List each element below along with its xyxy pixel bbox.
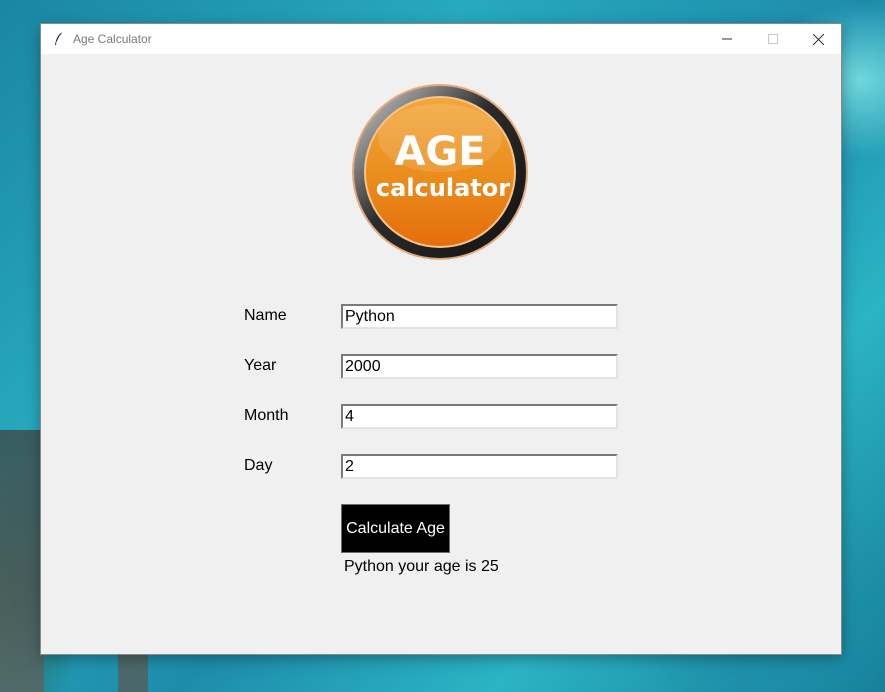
day-input[interactable] (341, 454, 618, 479)
close-icon (812, 33, 824, 45)
age-calculator-logo: AGE calculator (352, 84, 528, 260)
calculate-age-button[interactable]: Calculate Age (341, 504, 450, 553)
minimize-icon (722, 38, 732, 40)
month-label: Month (244, 407, 289, 424)
year-input[interactable] (341, 354, 618, 379)
feather-icon (51, 31, 67, 47)
age-result-text: Python your age is 25 (344, 558, 499, 575)
wallpaper-road (0, 430, 44, 692)
name-input[interactable] (341, 304, 618, 329)
maximize-button[interactable] (750, 24, 796, 54)
window-title: Age Calculator (73, 32, 152, 46)
logo-text-age: AGE (394, 129, 485, 175)
app-window: Age Calculator AGE calculator Name Pytho… (41, 24, 841, 654)
day-label: Day (244, 457, 273, 474)
minimize-button[interactable] (704, 24, 750, 54)
maximize-icon (768, 34, 778, 44)
title-bar[interactable]: Age Calculator (41, 24, 841, 54)
logo-text-calculator: calculator (376, 174, 510, 202)
name-label: Name (244, 307, 287, 324)
year-label: Year (244, 357, 277, 374)
close-button[interactable] (795, 24, 841, 54)
wallpaper-road-bottom (118, 655, 148, 692)
month-input[interactable] (341, 404, 618, 429)
